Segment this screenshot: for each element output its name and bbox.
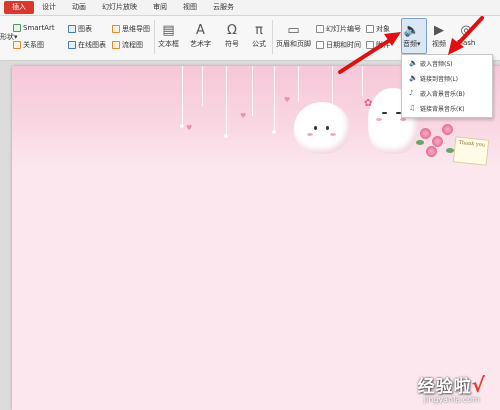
arrow-to-menu-item bbox=[454, 16, 484, 48]
watermark: 经验啦√ jingyanla.com bbox=[418, 372, 486, 404]
annotation-arrows bbox=[338, 16, 484, 74]
watermark-title: 经验啦√ bbox=[417, 373, 486, 397]
watermark-url: jingyanla.com bbox=[423, 395, 480, 404]
checkmark-icon: √ bbox=[471, 373, 486, 397]
arrow-to-audio-button bbox=[338, 36, 395, 74]
